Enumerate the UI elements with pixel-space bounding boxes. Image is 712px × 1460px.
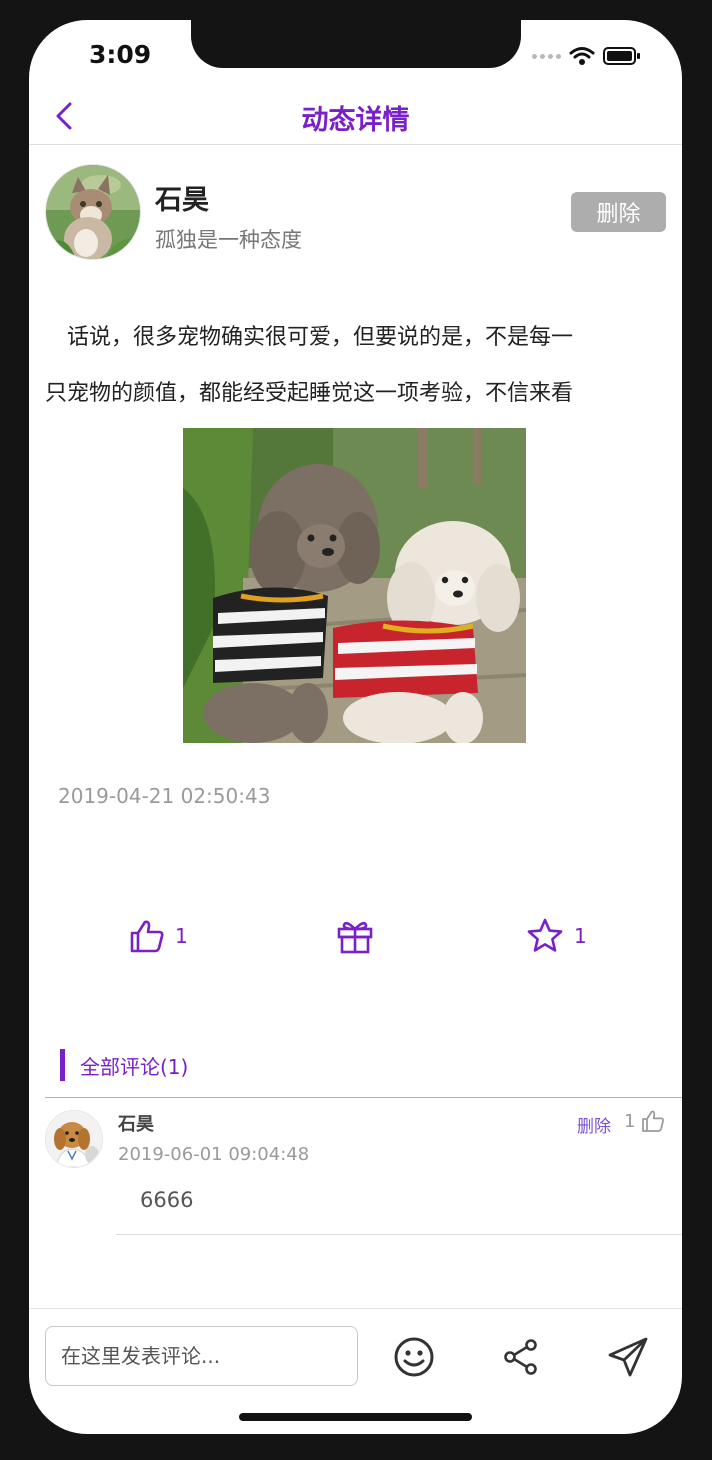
- comment-like-count: 1: [624, 1110, 636, 1132]
- share-button[interactable]: [496, 1332, 546, 1382]
- comments-header: 全部评论(1): [60, 1049, 188, 1081]
- like-count: 1: [175, 924, 188, 948]
- share-icon: [504, 1339, 537, 1375]
- comment-input[interactable]: [45, 1326, 358, 1386]
- emoji-button[interactable]: [389, 1332, 439, 1382]
- comment-time: 2019-06-01 09:04:48: [118, 1144, 310, 1165]
- send-button[interactable]: [603, 1332, 653, 1382]
- cat-photo: [46, 165, 140, 259]
- author-bio: 孤独是一种态度: [155, 228, 302, 252]
- comments-accent-bar: [60, 1049, 65, 1081]
- comment-author: 石昊: [118, 1114, 154, 1135]
- poodles-photo: [183, 428, 526, 743]
- nav-bar: 动态详情: [29, 88, 682, 145]
- signal-icon: [532, 53, 561, 59]
- favorite-button[interactable]: 1: [526, 914, 587, 958]
- delete-post-button[interactable]: 删除: [571, 192, 666, 232]
- wifi-icon: [569, 47, 595, 65]
- comment-avatar[interactable]: [45, 1110, 103, 1168]
- dog-photo: [46, 1111, 102, 1167]
- page-title: 动态详情: [301, 105, 410, 136]
- favorite-count: 1: [574, 924, 587, 948]
- post-text-line: 只宠物的颜值，都能经受起睡觉这一项考验，不信来看: [45, 381, 574, 406]
- gift-button[interactable]: [336, 914, 374, 958]
- emoji-icon: [394, 1337, 434, 1377]
- star-icon: [527, 918, 563, 952]
- thumbs-up-icon: [130, 920, 164, 953]
- like-button[interactable]: 1: [129, 914, 188, 958]
- send-icon: [608, 1337, 648, 1377]
- comment-delete-link[interactable]: 删除: [577, 1112, 611, 1137]
- comment-like-button[interactable]: 1: [624, 1109, 665, 1133]
- comment-text: 6666: [140, 1188, 194, 1212]
- comments-title: 全部评论(1): [80, 1054, 189, 1079]
- author-name: 石昊: [155, 185, 209, 216]
- phone-screen: 3:09 动态详情 石昊 孤独是一种态度 删除 话说，很多宠物确实很可爱，但要说…: [29, 20, 682, 1434]
- gift-icon: [337, 921, 373, 954]
- post-timestamp: 2019-04-21 02:50:43: [58, 784, 271, 808]
- status-time: 3:09: [89, 40, 152, 69]
- author-avatar[interactable]: [45, 164, 141, 260]
- comment-divider: [116, 1234, 682, 1235]
- home-indicator[interactable]: [239, 1413, 472, 1421]
- post-text-line: 话说，很多宠物确实很可爱，但要说的是，不是每一: [67, 325, 574, 350]
- post-photo[interactable]: [183, 428, 526, 743]
- status-icons: [532, 44, 641, 68]
- post-body: 话说，很多宠物确实很可爱，但要说的是，不是每一 只宠物的颜值，都能经受起睡觉这一…: [45, 310, 667, 422]
- comments-divider: [45, 1097, 682, 1098]
- notch: [191, 20, 521, 68]
- battery-icon: [603, 47, 640, 65]
- thumbs-up-icon: [642, 1110, 665, 1132]
